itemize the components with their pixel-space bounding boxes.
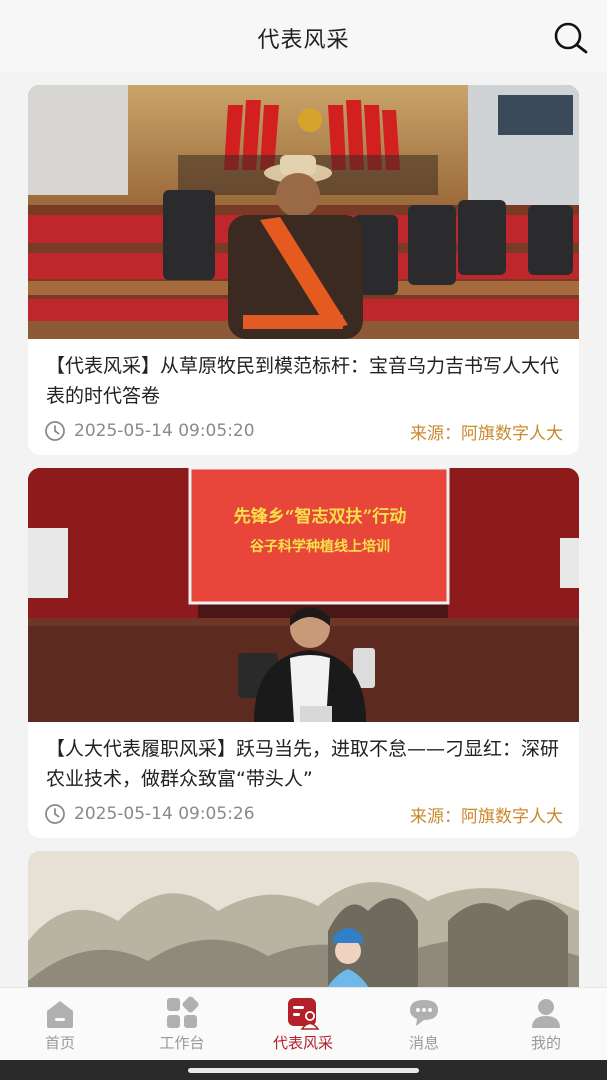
article-image [28,851,579,987]
article-card[interactable] [28,851,579,987]
home-icon [47,1001,73,1028]
article-card[interactable]: 先锋乡“智志双扶”行动 谷子科学种植线上培训 【人大代表履职风采】跃马当先，进取… [28,468,579,838]
article-meta: 2025-05-14 09:05:26 来源：阿旗数字人大 [44,802,563,827]
message-icon [410,1000,438,1026]
article-feed[interactable]: 【代表风采】从草原牧民到模范标杆：宝音乌力吉书写人大代表的时代答卷 2025-0… [0,72,607,987]
profile-icon [532,999,560,1028]
publish-time-text: 2025-05-14 09:05:26 [74,804,255,824]
tab-label: 我的 [530,1034,561,1052]
article-source: 来源：阿旗数字人大 [410,806,563,827]
tab-label: 工作台 [159,1034,205,1052]
publish-time-text: 2025-05-14 09:05:20 [74,421,255,441]
search-button[interactable] [550,18,590,58]
tab-messages[interactable]: 消息 [374,988,474,1061]
grid-icon [167,996,199,1028]
tab-label: 消息 [408,1034,439,1052]
banner-line-1: 先锋乡“智志双扶”行动 [233,507,407,527]
article-card[interactable]: 【代表风采】从草原牧民到模范标杆：宝音乌力吉书写人大代表的时代答卷 2025-0… [28,85,579,455]
article-source: 来源：阿旗数字人大 [410,423,563,444]
article-image: 先锋乡“智志双扶”行动 谷子科学种植线上培训 [28,468,579,722]
bottom-tabbar: 首页 工作台 代表风采 消息 我的 [0,987,607,1060]
page-title: 代表风采 [257,28,350,53]
clock-icon [45,421,65,441]
article-title[interactable]: 【代表风采】从草原牧民到模范标杆：宝音乌力吉书写人大代表的时代答卷 [28,339,579,411]
delegate-icon [288,998,320,1030]
article-meta: 2025-05-14 09:05:20 来源：阿旗数字人大 [44,419,563,444]
tab-label: 代表风采 [272,1034,333,1052]
banner-line-2: 谷子科学种植线上培训 [250,539,390,555]
app-header: 代表风采 [0,0,607,72]
publish-time: 2025-05-14 09:05:20 [44,420,255,442]
tab-home[interactable]: 首页 [10,988,110,1061]
tab-label: 首页 [44,1034,75,1052]
clock-icon [45,804,65,824]
search-icon [554,22,588,54]
article-image [28,85,579,339]
system-nav-bar [0,1060,607,1080]
home-indicator[interactable] [188,1068,419,1073]
publish-time: 2025-05-14 09:05:26 [44,803,255,825]
tab-workbench[interactable]: 工作台 [132,988,232,1061]
tab-profile[interactable]: 我的 [496,988,596,1061]
tab-delegate-style[interactable]: 代表风采 [253,988,353,1061]
article-title[interactable]: 【人大代表履职风采】跃马当先，进取不怠——刁显红：深研农业技术，做群众致富“带头… [28,722,579,794]
